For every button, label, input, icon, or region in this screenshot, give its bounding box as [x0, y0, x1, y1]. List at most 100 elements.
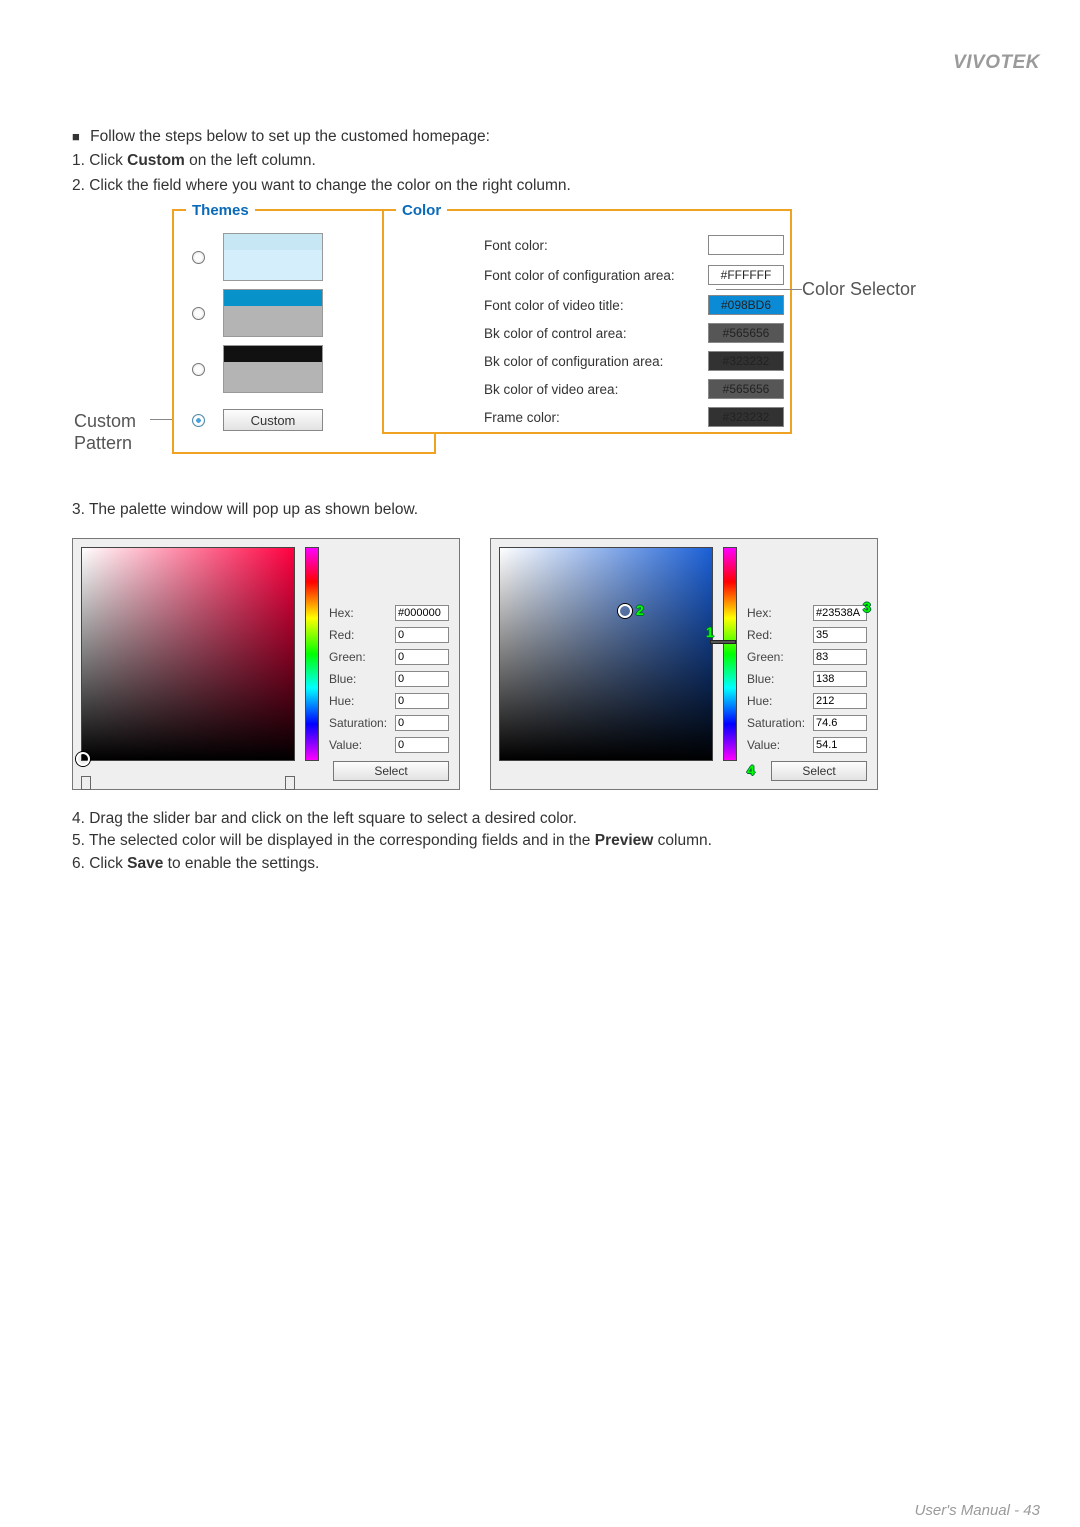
val-input[interactable]: [395, 737, 449, 753]
step-5: 5. The selected color will be displayed …: [72, 830, 1008, 852]
hue-slider[interactable]: [305, 547, 319, 761]
picker-cursor-icon[interactable]: [76, 752, 90, 766]
annot-line: [716, 289, 802, 290]
hex-label: Hex:: [747, 606, 809, 620]
square-bullet-icon: ■: [72, 129, 80, 144]
step-3: 3. The palette window will pop up as sho…: [72, 499, 1008, 521]
brand-label: VIVOTEK: [953, 52, 1040, 74]
sat-input[interactable]: [813, 715, 867, 731]
badge-4: 4: [747, 762, 763, 778]
color-legend: Color: [396, 202, 447, 219]
color-swatch-input[interactable]: #565656: [708, 379, 784, 399]
page-content: ■ Follow the steps below to set up the c…: [0, 90, 1080, 875]
color-row-bk-video: Bk color of video area: #565656: [484, 379, 784, 399]
color-row-frame: Frame color: #323232: [484, 407, 784, 427]
intro-lead-text: Follow the steps below to set up the cus…: [90, 128, 490, 145]
color-swatch-input[interactable]: #098BD6: [708, 295, 784, 315]
color-swatch-input[interactable]: #565656: [708, 323, 784, 343]
hue-thumb-icon[interactable]: [710, 640, 736, 644]
slider-handle-icon[interactable]: [81, 776, 91, 790]
hue-input[interactable]: [395, 693, 449, 709]
green-input[interactable]: [813, 649, 867, 665]
blue-input[interactable]: [395, 671, 449, 687]
color-label: Frame color:: [484, 410, 560, 425]
hue-input[interactable]: [813, 693, 867, 709]
color-fieldset: Color Font color: Font color of configur…: [382, 209, 792, 434]
theme-thumb-blue: [223, 289, 323, 337]
theme-thumb-light: [223, 233, 323, 281]
radio-icon[interactable]: [192, 363, 205, 376]
blue-input[interactable]: [813, 671, 867, 687]
blue-label: Blue:: [329, 672, 391, 686]
val-label: Value:: [329, 738, 391, 752]
page: VIVOTEK ■ Follow the steps below to set …: [0, 0, 1080, 1527]
step6-c: to enable the settings.: [163, 855, 319, 872]
sat-input[interactable]: [395, 715, 449, 731]
color-row-font-color: Font color:: [484, 235, 784, 255]
color-swatch-input[interactable]: #323232: [708, 407, 784, 427]
red-input[interactable]: [813, 627, 867, 643]
radio-icon[interactable]: [192, 307, 205, 320]
sv-color-area[interactable]: [81, 547, 295, 761]
brightness-slider[interactable]: [81, 779, 295, 787]
custom-pattern-annot: Custom Pattern: [74, 411, 136, 454]
step-2: 2. Click the field where you want to cha…: [72, 175, 1008, 197]
color-selector-annot: Color Selector: [802, 279, 916, 300]
color-row-bk-cfg: Bk color of configuration area: #323232: [484, 351, 784, 371]
hue-slider[interactable]: 1: [723, 547, 737, 761]
palette-window-2: 2 1 Hex: Red: Green: Blue: Hue: Saturati…: [490, 538, 878, 790]
color-row-font-cfg: Font color of configuration area: #FFFFF…: [484, 265, 784, 285]
page-footer: User's Manual - 43: [0, 1493, 1080, 1527]
color-fields: Hex: Red: Green: Blue: Hue: Saturation: …: [329, 605, 449, 781]
red-input[interactable]: [395, 627, 449, 643]
step1-bold: Custom: [127, 152, 185, 169]
hue-label: Hue:: [329, 694, 391, 708]
radio-icon-selected[interactable]: [192, 414, 205, 427]
color-label: Bk color of video area:: [484, 382, 618, 397]
custom-button[interactable]: Custom: [223, 409, 323, 431]
step-1: 1. Click Custom on the left column.: [72, 150, 1008, 172]
sv-color-area[interactable]: 2: [499, 547, 713, 761]
red-label: Red:: [329, 628, 391, 642]
blue-label: Blue:: [747, 672, 809, 686]
color-label: Bk color of control area:: [484, 326, 627, 341]
radio-icon[interactable]: [192, 251, 205, 264]
themes-legend: Themes: [186, 202, 255, 219]
color-row-font-vt: Font color of video title: #098BD6: [484, 295, 784, 315]
color-row-bk-ctrl: Bk color of control area: #565656: [484, 323, 784, 343]
hue-label: Hue:: [747, 694, 809, 708]
val-input[interactable]: [813, 737, 867, 753]
page-header: VIVOTEK: [0, 0, 1080, 90]
color-label: Font color:: [484, 238, 548, 253]
step-6: 6. Click Save to enable the settings.: [72, 853, 1008, 875]
themes-color-figure: Custom Pattern Themes: [72, 209, 1008, 459]
slider-handle-icon[interactable]: [285, 776, 295, 790]
color-swatch-input[interactable]: #323232: [708, 351, 784, 371]
hex-input[interactable]: [813, 605, 867, 621]
green-label: Green:: [747, 650, 809, 664]
intro-lead: ■ Follow the steps below to set up the c…: [72, 126, 1008, 148]
val-label: Value:: [747, 738, 809, 752]
step5-bold: Preview: [595, 832, 654, 849]
picker-cursor-icon[interactable]: [618, 604, 632, 618]
color-label: Font color of video title:: [484, 298, 624, 313]
select-button[interactable]: Select: [771, 761, 867, 781]
color-label: Bk color of configuration area:: [484, 354, 663, 369]
step1-c: on the left column.: [185, 152, 316, 169]
step-4: 4. Drag the slider bar and click on the …: [72, 808, 1008, 830]
step6-bold: Save: [127, 855, 163, 872]
hex-input[interactable]: [395, 605, 449, 621]
after-steps: 4. Drag the slider bar and click on the …: [72, 808, 1008, 875]
color-swatch-input[interactable]: #FFFFFF: [708, 265, 784, 285]
color-fields: Hex: Red: Green: Blue: Hue: Saturation: …: [747, 605, 867, 781]
select-button[interactable]: Select: [333, 761, 449, 781]
footer-text: User's Manual - 43: [915, 1502, 1040, 1519]
color-label: Font color of configuration area:: [484, 268, 675, 283]
color-swatch-input[interactable]: [708, 235, 784, 255]
red-label: Red:: [747, 628, 809, 642]
step6-a: 6. Click: [72, 855, 127, 872]
hex-label: Hex:: [329, 606, 391, 620]
green-input[interactable]: [395, 649, 449, 665]
sat-label: Saturation:: [747, 716, 809, 730]
step1-a: 1. Click: [72, 152, 127, 169]
